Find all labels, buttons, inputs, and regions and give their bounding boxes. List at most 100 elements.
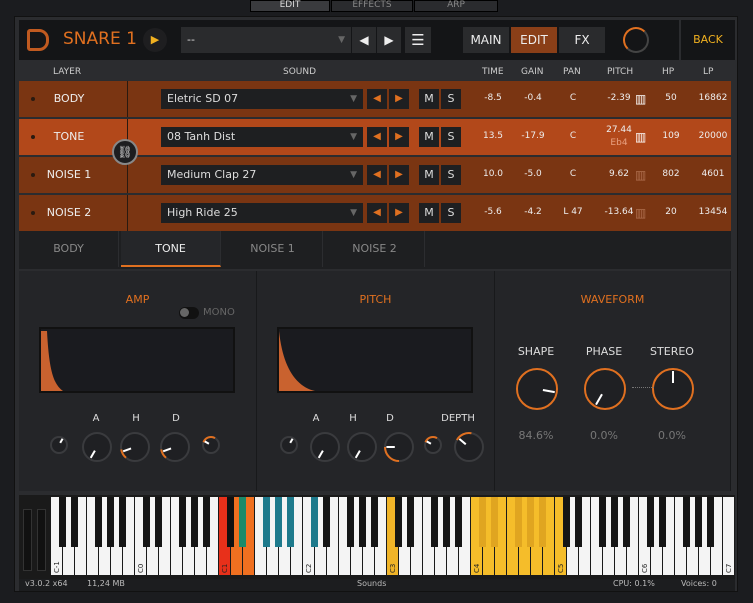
black-key[interactable]: [359, 497, 366, 547]
next-sound-button[interactable]: ▶: [389, 127, 409, 147]
next-sound-button[interactable]: ▶: [389, 89, 409, 109]
layer-row[interactable]: NOISE 2 High Ride 25 ▼ ◀ ▶ M S -5.6 -4.2 …: [19, 195, 731, 231]
time-value[interactable]: -8.5: [473, 93, 513, 103]
black-key[interactable]: [647, 497, 654, 547]
hp-value[interactable]: 20: [651, 207, 691, 217]
host-tab-effects[interactable]: EFFECTS: [331, 0, 413, 12]
mute-button[interactable]: M: [419, 203, 439, 223]
black-key[interactable]: [275, 497, 282, 547]
amp-a-knob[interactable]: [81, 431, 113, 463]
pitch-d-knob[interactable]: [383, 431, 415, 463]
black-key[interactable]: [239, 497, 246, 547]
gain-value[interactable]: -17.9: [513, 131, 553, 141]
tab-body[interactable]: BODY: [19, 231, 119, 267]
black-key[interactable]: [227, 497, 234, 547]
black-key[interactable]: [575, 497, 582, 547]
black-key[interactable]: [683, 497, 690, 547]
pitch-value[interactable]: -13.64: [599, 207, 639, 217]
black-key[interactable]: [659, 497, 666, 547]
black-key[interactable]: [71, 497, 78, 547]
volume-knob[interactable]: [623, 27, 649, 53]
black-key[interactable]: [515, 497, 522, 547]
black-key[interactable]: [599, 497, 606, 547]
black-key[interactable]: [191, 497, 198, 547]
menu-icon[interactable]: ☰: [405, 27, 431, 53]
sound-dropdown[interactable]: 08 Tanh Dist ▼: [161, 127, 363, 147]
black-key[interactable]: [311, 497, 318, 547]
main-button[interactable]: MAIN: [463, 27, 509, 53]
black-key[interactable]: [347, 497, 354, 547]
amp-h-knob[interactable]: [119, 431, 151, 463]
black-key[interactable]: [323, 497, 330, 547]
host-tab-edit[interactable]: EDIT: [250, 0, 330, 12]
prev-sound-button[interactable]: ◀: [367, 89, 387, 109]
pan-value[interactable]: C: [553, 169, 593, 179]
lp-value[interactable]: 13454: [693, 207, 733, 217]
black-key[interactable]: [443, 497, 450, 547]
black-key[interactable]: [527, 497, 534, 547]
amp-d-knob[interactable]: [159, 431, 191, 463]
depth-knob[interactable]: [453, 431, 485, 463]
pan-value[interactable]: L 47: [553, 207, 593, 217]
black-key[interactable]: [179, 497, 186, 547]
gain-value[interactable]: -0.4: [513, 93, 553, 103]
piano-icon[interactable]: ▥: [635, 130, 646, 144]
solo-button[interactable]: S: [441, 127, 461, 147]
back-button[interactable]: BACK: [679, 20, 735, 60]
black-key[interactable]: [143, 497, 150, 547]
black-key[interactable]: [203, 497, 210, 547]
time-value[interactable]: 13.5: [473, 131, 513, 141]
black-key[interactable]: [455, 497, 462, 547]
tab-tone[interactable]: TONE: [121, 231, 221, 267]
preset-dropdown[interactable]: -- ▼: [181, 27, 351, 53]
next-sound-button[interactable]: ▶: [389, 203, 409, 223]
white-key[interactable]: [723, 497, 734, 575]
next-sound-button[interactable]: ▶: [389, 165, 409, 185]
mute-button[interactable]: M: [419, 127, 439, 147]
piano-icon[interactable]: ▥: [635, 168, 646, 182]
black-key[interactable]: [155, 497, 162, 547]
solo-button[interactable]: S: [441, 165, 461, 185]
mute-button[interactable]: M: [419, 89, 439, 109]
black-key[interactable]: [395, 497, 402, 547]
gain-value[interactable]: -4.2: [513, 207, 553, 217]
host-tab-arp[interactable]: ARP: [414, 0, 498, 12]
black-key[interactable]: [407, 497, 414, 547]
pitch-value[interactable]: 27.44: [599, 125, 639, 135]
piano-icon[interactable]: ▥: [635, 92, 646, 106]
black-key[interactable]: [695, 497, 702, 547]
prev-sound-button[interactable]: ◀: [367, 203, 387, 223]
link-icon[interactable]: ⛓: [112, 139, 138, 165]
lp-value[interactable]: 4601: [693, 169, 733, 179]
black-key[interactable]: [707, 497, 714, 547]
tab-noise-2[interactable]: NOISE 2: [325, 231, 425, 267]
pan-value[interactable]: C: [553, 131, 593, 141]
hp-value[interactable]: 802: [651, 169, 691, 179]
time-value[interactable]: 10.0: [473, 169, 513, 179]
lp-value[interactable]: 20000: [693, 131, 733, 141]
hp-value[interactable]: 109: [651, 131, 691, 141]
shape-knob[interactable]: [515, 367, 559, 411]
pitch-a-knob[interactable]: [309, 431, 341, 463]
pitch-value[interactable]: 9.62: [599, 169, 639, 179]
black-key[interactable]: [95, 497, 102, 547]
amp-a-fine-knob[interactable]: [49, 435, 69, 455]
black-key[interactable]: [563, 497, 570, 547]
stereo-knob[interactable]: [651, 367, 695, 411]
sound-dropdown[interactable]: Eletric SD 07 ▼: [161, 89, 363, 109]
piano-icon[interactable]: ▥: [635, 206, 646, 220]
phase-knob[interactable]: [583, 367, 627, 411]
layer-row[interactable]: BODY Eletric SD 07 ▼ ◀ ▶ M S -8.5 -0.4 C …: [19, 81, 731, 117]
black-key[interactable]: [263, 497, 270, 547]
tab-noise-1[interactable]: NOISE 1: [223, 231, 323, 267]
black-key[interactable]: [431, 497, 438, 547]
black-key[interactable]: [371, 497, 378, 547]
edit-button[interactable]: EDIT: [511, 27, 557, 53]
black-key[interactable]: [59, 497, 66, 547]
pitch-a-fine-knob[interactable]: [279, 435, 299, 455]
fx-button[interactable]: FX: [559, 27, 605, 53]
sound-dropdown[interactable]: High Ride 25 ▼: [161, 203, 363, 223]
solo-button[interactable]: S: [441, 89, 461, 109]
prev-preset-button[interactable]: ◀: [352, 27, 376, 53]
next-preset-button[interactable]: ▶: [377, 27, 401, 53]
